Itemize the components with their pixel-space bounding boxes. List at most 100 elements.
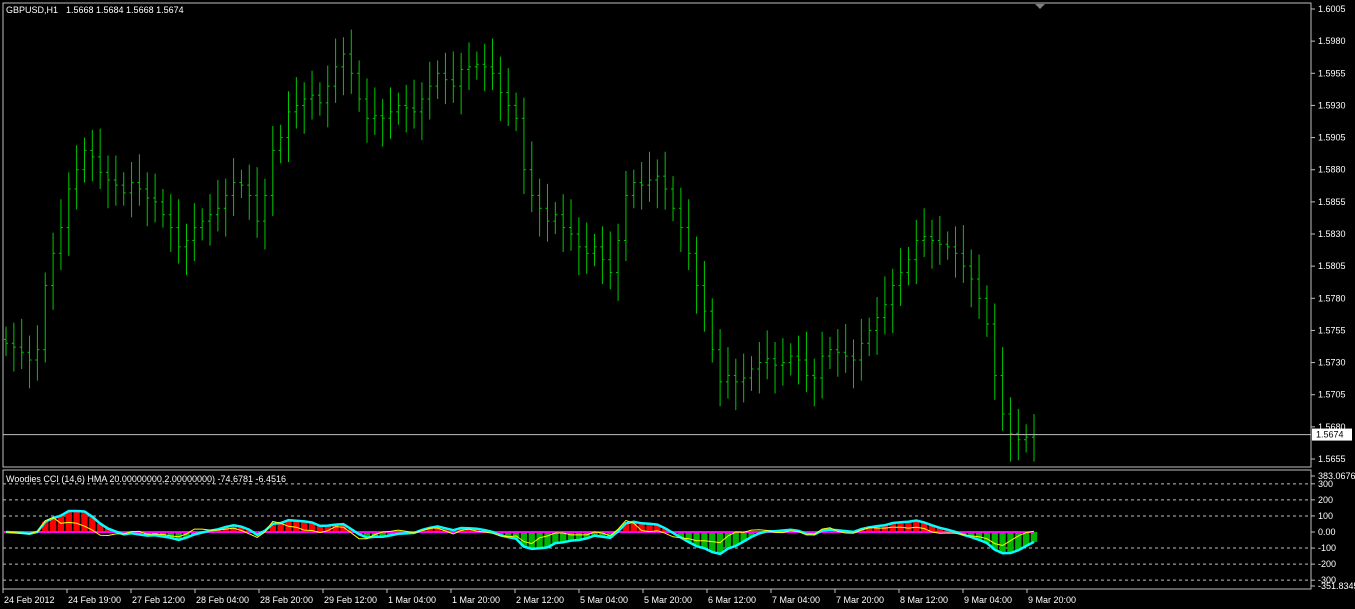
price-scale: 1.6005 1.5980 1.5955 1.5930 1.5905 1.5880 1.58… [1311, 4, 1346, 464]
ohlc-bar [969, 249, 974, 308]
ohlc-bar [788, 343, 793, 376]
time-label: 9 Mar 20:00 [1028, 595, 1076, 605]
time-label: 9 Mar 04:00 [964, 595, 1012, 605]
ohlc-bar [43, 272, 48, 363]
ohlc-bar [914, 219, 919, 285]
ohlc-bar [741, 353, 746, 403]
indicator-title: Woodies CCI (14,6) HMA 20.00000000,2.000… [6, 474, 286, 484]
ohlc-bar [521, 97, 526, 195]
ohlc-bar [906, 246, 911, 286]
ohlc-bar [820, 331, 825, 399]
indicator-scale-label: 0.00 [1318, 527, 1336, 537]
ohlc-bar [773, 342, 778, 394]
ohlc-bar [898, 248, 903, 306]
ohlc-bar [74, 145, 79, 210]
ohlc-bar [592, 234, 597, 267]
ohlc-bar [129, 162, 134, 218]
price-label: 1.5905 [1318, 133, 1346, 143]
price-label: 1.5930 [1318, 100, 1346, 110]
ohlc-bar [51, 232, 56, 310]
time-label: 6 Mar 12:00 [708, 595, 756, 605]
price-label: 1.5780 [1318, 293, 1346, 303]
time-label: 27 Feb 12:00 [132, 595, 185, 605]
ohlc-bar [466, 42, 471, 90]
ohlc-bar [686, 199, 691, 270]
ohlc-bar [608, 231, 613, 290]
ohlc-bar [286, 91, 291, 162]
trading-chart[interactable]: 1.6005 1.5980 1.5955 1.5930 1.5905 1.5880 1.58… [0, 0, 1355, 609]
ohlc-bar [514, 92, 519, 132]
ohlc-bar [812, 358, 817, 407]
ohlc-bar [223, 178, 228, 237]
ohlc-bar [733, 358, 738, 411]
ohlc-bar [372, 87, 377, 135]
ohlc-readout: 1.5668 1.5684 1.5668 1.5674 [66, 5, 184, 15]
price-label: 1.5880 [1318, 165, 1346, 175]
ohlc-bar [192, 203, 197, 261]
price-label: 1.5955 [1318, 68, 1346, 78]
ohlc-bar [58, 199, 63, 270]
ohlc-bar [757, 342, 762, 394]
shift-marker-icon[interactable] [1035, 4, 1045, 9]
ohlc-bar [804, 331, 809, 393]
ohlc-bar [443, 52, 448, 105]
ohlc-bar [1008, 397, 1013, 462]
ohlc-bar [984, 285, 989, 337]
ohlc-bar [859, 318, 864, 381]
ohlc-bar [176, 199, 181, 264]
ohlc-bar [459, 52, 464, 115]
indicator-scale-label: -351.8345 [1318, 581, 1355, 591]
ohlc-bar [215, 180, 220, 232]
ohlc-bar [294, 77, 299, 129]
ohlc-bar [945, 231, 950, 260]
ohlc-bar [710, 298, 715, 363]
ohlc-bar [231, 158, 236, 216]
ohlc-bar [992, 303, 997, 400]
current-price-marker: 1.5674 [3, 428, 1352, 441]
indicator-scale-label: -100 [1318, 543, 1336, 553]
ohlc-bar [35, 325, 40, 381]
price-label: 1.5655 [1318, 454, 1346, 464]
ohlc-bar [349, 29, 354, 94]
ohlc-bar [506, 68, 511, 126]
ohlc-bar [419, 82, 424, 141]
ohlc-bar [153, 173, 158, 223]
ohlc-bar [200, 208, 205, 241]
ohlc-bar [317, 82, 322, 116]
ohlc-bar [882, 276, 887, 335]
ohlc-bar [168, 194, 173, 252]
symbol-label: GBPUSD,H1 [6, 5, 58, 15]
ohlc-bar [247, 164, 252, 220]
ohlc-bar [19, 318, 24, 369]
indicator-scale-label: 200 [1318, 495, 1333, 505]
ohlc-bar [451, 51, 456, 103]
ohlc-bar [412, 79, 417, 129]
time-label: 24 Feb 2012 [4, 595, 55, 605]
ohlc-bar [851, 339, 856, 389]
ohlc-bar [835, 329, 840, 377]
ohlc-bar [333, 38, 338, 103]
ohlc-bar [953, 226, 958, 278]
time-label: 1 Mar 04:00 [388, 595, 436, 605]
ohlc-bar [678, 187, 683, 252]
time-axis: 24 Feb 2012 24 Feb 19:00 27 Feb 12:00 28 Fe… [2, 589, 1076, 605]
ohlc-bar [11, 322, 16, 372]
price-label: 1.5705 [1318, 390, 1346, 400]
ohlc-bar [474, 51, 479, 80]
ohlc-bar [427, 61, 432, 120]
ohlc-bar [631, 169, 636, 209]
price-label: 1.5755 [1318, 325, 1346, 335]
price-bars [4, 29, 1036, 462]
ohlc-bar [749, 356, 754, 391]
price-label: 1.6005 [1318, 4, 1346, 14]
time-label: 1 Mar 20:00 [452, 595, 500, 605]
time-label: 5 Mar 04:00 [580, 595, 628, 605]
ohlc-bar [90, 129, 95, 182]
ohlc-bar [569, 199, 574, 251]
ohlc-bar [498, 56, 503, 121]
ohlc-bar [184, 223, 189, 276]
ohlc-bar [694, 236, 699, 314]
time-label: 5 Mar 20:00 [644, 595, 692, 605]
time-label: 29 Feb 12:00 [324, 595, 377, 605]
ohlc-bar [388, 87, 393, 139]
